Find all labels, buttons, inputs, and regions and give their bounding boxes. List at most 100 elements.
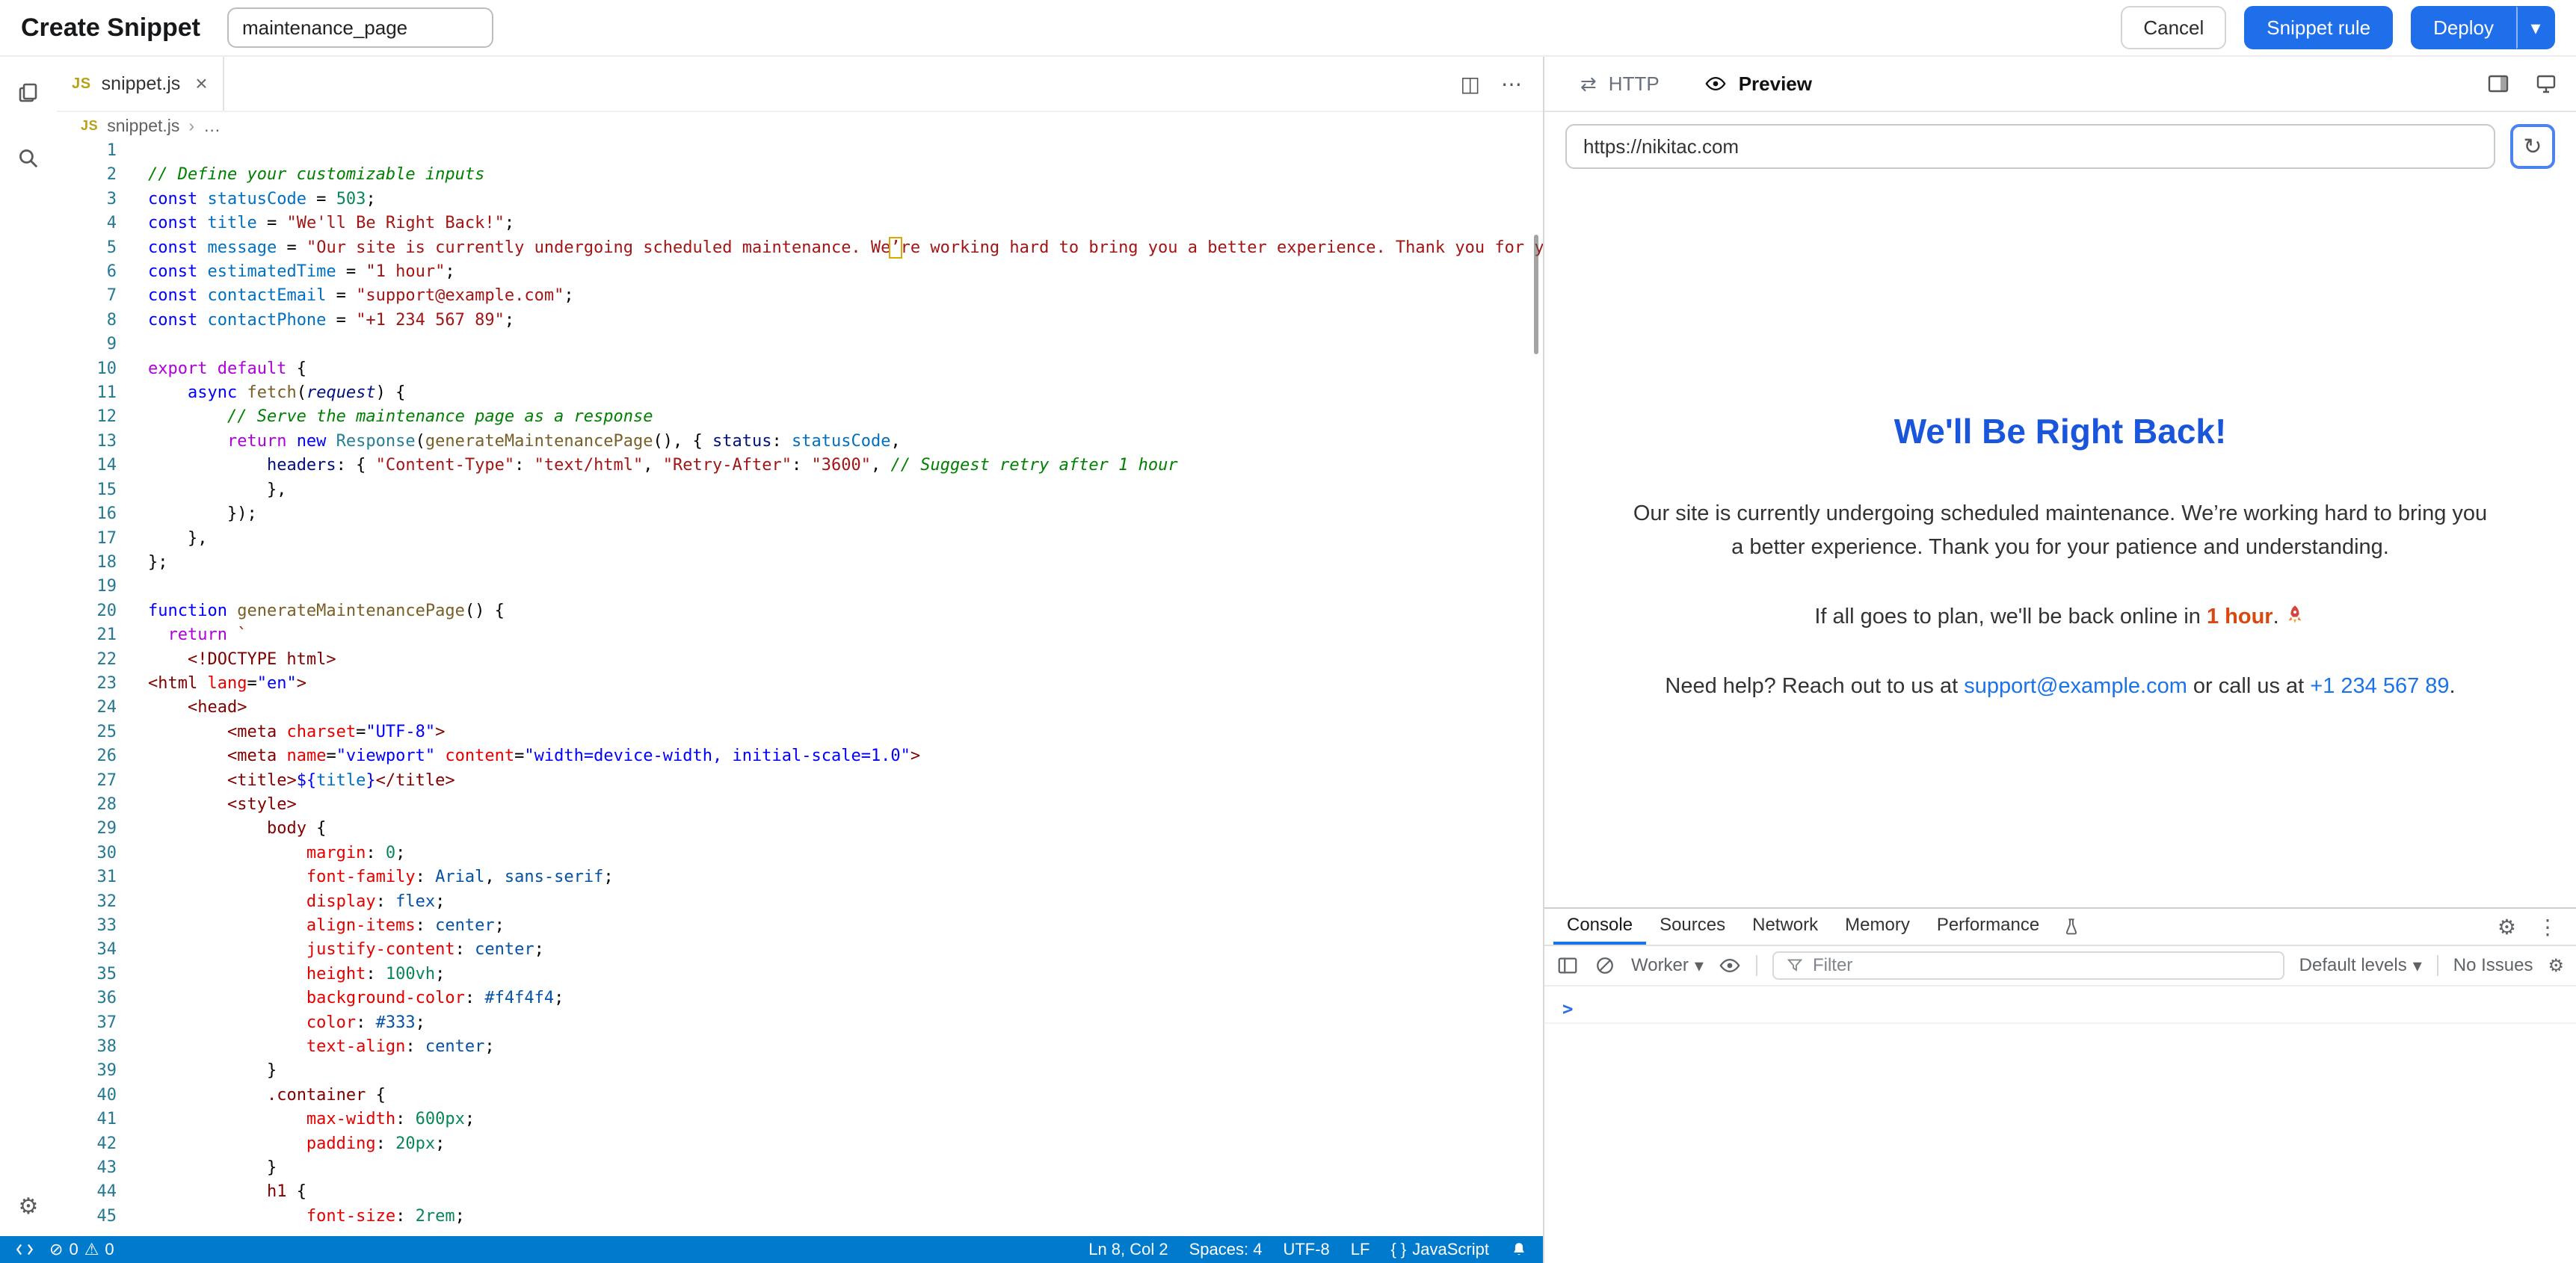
code-line[interactable]: 1 bbox=[57, 139, 1543, 163]
code-line[interactable]: 18}; bbox=[57, 551, 1543, 575]
editor-scrollbar[interactable] bbox=[1534, 235, 1538, 354]
snippet-rule-button[interactable]: Snippet rule bbox=[2244, 6, 2393, 49]
indentation-setting[interactable]: Spaces: 4 bbox=[1189, 1240, 1263, 1259]
code-line[interactable]: 31 font-family: Arial, sans-serif; bbox=[57, 865, 1543, 889]
code-line[interactable]: 13 return new Response(generateMaintenan… bbox=[57, 430, 1543, 454]
devtools-tab-performance[interactable]: Performance bbox=[1923, 909, 2053, 945]
code-line[interactable]: 4const title = "We'll Be Right Back!"; bbox=[57, 211, 1543, 235]
code-line[interactable]: 5const message = "Our site is currently … bbox=[57, 236, 1543, 260]
issues-counter[interactable]: No Issues bbox=[2453, 955, 2533, 976]
code-line[interactable]: 22 <!DOCTYPE html> bbox=[57, 648, 1543, 672]
code-line[interactable]: 20function generateMaintenancePage() { bbox=[57, 599, 1543, 623]
code-line[interactable]: 27 <title>${title}</title> bbox=[57, 769, 1543, 793]
clear-console-icon[interactable] bbox=[1594, 954, 1616, 977]
console-output[interactable]: > bbox=[1544, 986, 2576, 1263]
line-number: 8 bbox=[57, 309, 117, 333]
code-line[interactable]: 8const contactPhone = "+1 234 567 89"; bbox=[57, 309, 1543, 333]
devtools-tab-console[interactable]: Console bbox=[1553, 909, 1646, 945]
deploy-button[interactable]: Deploy bbox=[2411, 6, 2516, 49]
email-link[interactable]: support@example.com bbox=[1964, 674, 2187, 698]
code-line[interactable]: 6const estimatedTime = "1 hour"; bbox=[57, 260, 1543, 284]
devtools-settings-gear-icon[interactable]: ⚙ bbox=[2498, 915, 2516, 939]
tab-preview[interactable]: Preview bbox=[1686, 57, 1830, 111]
code-line[interactable]: 34 justify-content: center; bbox=[57, 938, 1543, 962]
refresh-button[interactable]: ↻ bbox=[2510, 124, 2555, 169]
snippet-name-input[interactable] bbox=[227, 7, 493, 48]
code-line[interactable]: 23<html lang="en"> bbox=[57, 672, 1543, 696]
settings-gear-icon[interactable]: ⚙ bbox=[13, 1191, 43, 1221]
problems-indicator[interactable]: ⊘ 0 ⚠ 0 bbox=[49, 1240, 114, 1259]
code-line[interactable]: 2// Define your customizable inputs bbox=[57, 163, 1543, 187]
device-toolbar-icon[interactable] bbox=[2534, 72, 2558, 96]
console-filter-input[interactable]: Filter bbox=[1772, 951, 2284, 980]
notifications-bell-icon[interactable] bbox=[1510, 1241, 1528, 1259]
code-line[interactable]: 38 text-align: center; bbox=[57, 1035, 1543, 1059]
code-line[interactable]: 36 background-color: #f4f4f4; bbox=[57, 986, 1543, 1010]
code-line[interactable]: 11 async fetch(request) { bbox=[57, 381, 1543, 405]
breadcrumb-ellipsis[interactable]: … bbox=[203, 116, 221, 136]
files-icon[interactable] bbox=[13, 78, 43, 108]
code-line[interactable]: 10export default { bbox=[57, 357, 1543, 381]
code-line[interactable]: 41 max-width: 600px; bbox=[57, 1108, 1543, 1131]
devtools-tab-network[interactable]: Network bbox=[1739, 909, 1831, 945]
devtools-tab-sources[interactable]: Sources bbox=[1646, 909, 1739, 945]
log-levels-selector[interactable]: Default levels ▾ bbox=[2299, 955, 2422, 977]
code-line[interactable]: 15 }, bbox=[57, 478, 1543, 502]
code-line[interactable]: 43 } bbox=[57, 1156, 1543, 1180]
devtools-tab-memory[interactable]: Memory bbox=[1831, 909, 1923, 945]
code-line[interactable]: 3const statusCode = 503; bbox=[57, 188, 1543, 211]
split-editor-icon[interactable]: ◫ bbox=[1461, 72, 1480, 96]
code-line[interactable]: 29 body { bbox=[57, 817, 1543, 841]
preview-url-input[interactable] bbox=[1565, 124, 2495, 169]
breadcrumb[interactable]: JS snippet.js › … bbox=[57, 112, 1543, 139]
console-settings-gear-icon[interactable]: ⚙ bbox=[2548, 955, 2564, 977]
code-line[interactable]: 14 headers: { "Content-Type": "text/html… bbox=[57, 454, 1543, 478]
search-icon[interactable] bbox=[13, 143, 43, 173]
line-number: 23 bbox=[57, 672, 117, 696]
code-line[interactable]: 19 bbox=[57, 575, 1543, 599]
code-line[interactable]: 12 // Serve the maintenance page as a re… bbox=[57, 405, 1543, 429]
execution-context-selector[interactable]: Worker ▾ bbox=[1631, 955, 1704, 977]
code-line[interactable]: 21 return ` bbox=[57, 623, 1543, 647]
code-line[interactable]: 30 margin: 0; bbox=[57, 842, 1543, 865]
cursor-position[interactable]: Ln 8, Col 2 bbox=[1088, 1240, 1168, 1259]
code-line[interactable]: 45 font-size: 2rem; bbox=[57, 1205, 1543, 1229]
flask-icon[interactable] bbox=[2053, 909, 2090, 945]
encoding-setting[interactable]: UTF-8 bbox=[1283, 1240, 1329, 1259]
more-actions-icon[interactable]: ⋯ bbox=[1501, 72, 1522, 96]
phone-link[interactable]: +1 234 567 89 bbox=[2310, 674, 2449, 698]
code-line[interactable]: 39 } bbox=[57, 1059, 1543, 1083]
cancel-button[interactable]: Cancel bbox=[2121, 6, 2226, 49]
code-line[interactable]: 28 <style> bbox=[57, 793, 1543, 817]
remote-indicator-icon[interactable] bbox=[15, 1240, 34, 1259]
live-expression-eye-icon[interactable] bbox=[1719, 954, 1741, 977]
code-editor[interactable]: 12// Define your customizable inputs3con… bbox=[57, 139, 1543, 1236]
panel-layout-icon[interactable] bbox=[2486, 72, 2510, 96]
code-line[interactable]: 24 <head> bbox=[57, 696, 1543, 720]
close-tab-icon[interactable]: × bbox=[195, 72, 207, 96]
language-mode[interactable]: { } JavaScript bbox=[1390, 1240, 1489, 1259]
code-line[interactable]: 17 }, bbox=[57, 527, 1543, 551]
console-sidebar-icon[interactable] bbox=[1556, 954, 1579, 977]
deploy-dropdown-button[interactable]: ▾ bbox=[2516, 6, 2555, 49]
code-line[interactable]: 37 color: #333; bbox=[57, 1011, 1543, 1035]
code-line[interactable]: 33 align-items: center; bbox=[57, 914, 1543, 938]
code-line[interactable]: 16 }); bbox=[57, 502, 1543, 526]
code-line[interactable]: 44 h1 { bbox=[57, 1180, 1543, 1204]
eol-setting[interactable]: LF bbox=[1351, 1240, 1370, 1259]
code-line[interactable]: 9 bbox=[57, 333, 1543, 356]
code-line[interactable]: 7const contactEmail = "support@example.c… bbox=[57, 284, 1543, 308]
code-line[interactable]: 25 <meta charset="UTF-8"> bbox=[57, 720, 1543, 744]
tab-http[interactable]: ⇄ HTTP bbox=[1562, 57, 1677, 111]
devtools-menu-icon[interactable]: ⋮ bbox=[2537, 915, 2558, 939]
code-line[interactable]: 32 display: flex; bbox=[57, 890, 1543, 914]
console-prompt-row[interactable]: > bbox=[1544, 995, 2576, 1024]
code-line[interactable]: 35 height: 100vh; bbox=[57, 963, 1543, 986]
console-toolbar: Worker ▾ Filter De bbox=[1544, 946, 2576, 986]
tab-snippet-js[interactable]: JS snippet.js × bbox=[57, 57, 224, 111]
code-line[interactable]: 40 .container { bbox=[57, 1084, 1543, 1108]
breadcrumb-file[interactable]: snippet.js bbox=[107, 116, 179, 136]
line-number: 44 bbox=[57, 1180, 117, 1204]
code-line[interactable]: 26 <meta name="viewport" content="width=… bbox=[57, 744, 1543, 768]
code-line[interactable]: 42 padding: 20px; bbox=[57, 1132, 1543, 1156]
